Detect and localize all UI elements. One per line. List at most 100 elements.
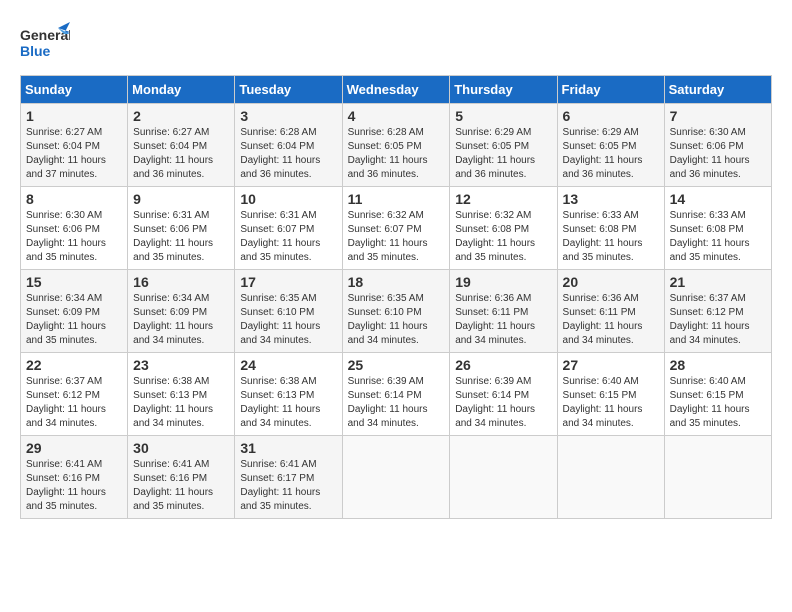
day-info: Sunrise: 6:32 AMSunset: 6:07 PMDaylight:… — [348, 210, 428, 263]
weekday-header: Saturday — [664, 76, 771, 104]
weekday-header: Sunday — [21, 76, 128, 104]
calendar-cell — [664, 436, 771, 519]
calendar-week-row: 15 Sunrise: 6:34 AMSunset: 6:09 PMDaylig… — [21, 270, 772, 353]
day-number: 18 — [348, 274, 445, 290]
day-number: 26 — [455, 357, 551, 373]
day-info: Sunrise: 6:40 AMSunset: 6:15 PMDaylight:… — [670, 376, 750, 429]
day-info: Sunrise: 6:28 AMSunset: 6:05 PMDaylight:… — [348, 127, 428, 180]
day-info: Sunrise: 6:29 AMSunset: 6:05 PMDaylight:… — [563, 127, 643, 180]
day-number: 24 — [240, 357, 336, 373]
day-info: Sunrise: 6:38 AMSunset: 6:13 PMDaylight:… — [133, 376, 213, 429]
day-number: 17 — [240, 274, 336, 290]
day-info: Sunrise: 6:27 AMSunset: 6:04 PMDaylight:… — [133, 127, 213, 180]
calendar-cell: 5 Sunrise: 6:29 AMSunset: 6:05 PMDayligh… — [450, 104, 557, 187]
logo: General Blue — [20, 20, 70, 65]
day-info: Sunrise: 6:41 AMSunset: 6:17 PMDaylight:… — [240, 459, 320, 512]
calendar-cell: 3 Sunrise: 6:28 AMSunset: 6:04 PMDayligh… — [235, 104, 342, 187]
calendar-cell: 10 Sunrise: 6:31 AMSunset: 6:07 PMDaylig… — [235, 187, 342, 270]
day-info: Sunrise: 6:39 AMSunset: 6:14 PMDaylight:… — [348, 376, 428, 429]
calendar-cell: 16 Sunrise: 6:34 AMSunset: 6:09 PMDaylig… — [128, 270, 235, 353]
calendar-cell: 25 Sunrise: 6:39 AMSunset: 6:14 PMDaylig… — [342, 353, 450, 436]
day-number: 31 — [240, 440, 336, 456]
day-number: 13 — [563, 191, 659, 207]
calendar-cell: 29 Sunrise: 6:41 AMSunset: 6:16 PMDaylig… — [21, 436, 128, 519]
day-number: 4 — [348, 108, 445, 124]
calendar-cell: 11 Sunrise: 6:32 AMSunset: 6:07 PMDaylig… — [342, 187, 450, 270]
day-info: Sunrise: 6:37 AMSunset: 6:12 PMDaylight:… — [670, 293, 750, 346]
calendar-cell: 30 Sunrise: 6:41 AMSunset: 6:16 PMDaylig… — [128, 436, 235, 519]
calendar-cell: 15 Sunrise: 6:34 AMSunset: 6:09 PMDaylig… — [21, 270, 128, 353]
calendar-cell: 6 Sunrise: 6:29 AMSunset: 6:05 PMDayligh… — [557, 104, 664, 187]
page-header: General Blue — [20, 20, 772, 65]
calendar-cell: 26 Sunrise: 6:39 AMSunset: 6:14 PMDaylig… — [450, 353, 557, 436]
day-number: 14 — [670, 191, 766, 207]
calendar-cell — [342, 436, 450, 519]
calendar-table: SundayMondayTuesdayWednesdayThursdayFrid… — [20, 75, 772, 519]
calendar-cell: 14 Sunrise: 6:33 AMSunset: 6:08 PMDaylig… — [664, 187, 771, 270]
day-number: 2 — [133, 108, 229, 124]
calendar-cell: 17 Sunrise: 6:35 AMSunset: 6:10 PMDaylig… — [235, 270, 342, 353]
day-number: 10 — [240, 191, 336, 207]
day-info: Sunrise: 6:36 AMSunset: 6:11 PMDaylight:… — [455, 293, 535, 346]
day-number: 12 — [455, 191, 551, 207]
day-number: 8 — [26, 191, 122, 207]
day-number: 9 — [133, 191, 229, 207]
weekday-header: Tuesday — [235, 76, 342, 104]
calendar-cell: 2 Sunrise: 6:27 AMSunset: 6:04 PMDayligh… — [128, 104, 235, 187]
day-number: 29 — [26, 440, 122, 456]
calendar-cell: 8 Sunrise: 6:30 AMSunset: 6:06 PMDayligh… — [21, 187, 128, 270]
day-number: 15 — [26, 274, 122, 290]
calendar-week-row: 8 Sunrise: 6:30 AMSunset: 6:06 PMDayligh… — [21, 187, 772, 270]
day-number: 3 — [240, 108, 336, 124]
day-info: Sunrise: 6:29 AMSunset: 6:05 PMDaylight:… — [455, 127, 535, 180]
calendar-cell: 28 Sunrise: 6:40 AMSunset: 6:15 PMDaylig… — [664, 353, 771, 436]
calendar-week-row: 29 Sunrise: 6:41 AMSunset: 6:16 PMDaylig… — [21, 436, 772, 519]
day-number: 1 — [26, 108, 122, 124]
day-info: Sunrise: 6:35 AMSunset: 6:10 PMDaylight:… — [348, 293, 428, 346]
day-info: Sunrise: 6:33 AMSunset: 6:08 PMDaylight:… — [670, 210, 750, 263]
day-info: Sunrise: 6:27 AMSunset: 6:04 PMDaylight:… — [26, 127, 106, 180]
day-info: Sunrise: 6:31 AMSunset: 6:07 PMDaylight:… — [240, 210, 320, 263]
calendar-cell — [557, 436, 664, 519]
day-info: Sunrise: 6:38 AMSunset: 6:13 PMDaylight:… — [240, 376, 320, 429]
day-info: Sunrise: 6:41 AMSunset: 6:16 PMDaylight:… — [26, 459, 106, 512]
day-number: 19 — [455, 274, 551, 290]
calendar-cell: 1 Sunrise: 6:27 AMSunset: 6:04 PMDayligh… — [21, 104, 128, 187]
day-number: 22 — [26, 357, 122, 373]
calendar-cell: 13 Sunrise: 6:33 AMSunset: 6:08 PMDaylig… — [557, 187, 664, 270]
day-info: Sunrise: 6:30 AMSunset: 6:06 PMDaylight:… — [670, 127, 750, 180]
day-number: 25 — [348, 357, 445, 373]
calendar-cell: 24 Sunrise: 6:38 AMSunset: 6:13 PMDaylig… — [235, 353, 342, 436]
weekday-header: Monday — [128, 76, 235, 104]
day-info: Sunrise: 6:34 AMSunset: 6:09 PMDaylight:… — [133, 293, 213, 346]
day-info: Sunrise: 6:30 AMSunset: 6:06 PMDaylight:… — [26, 210, 106, 263]
day-info: Sunrise: 6:35 AMSunset: 6:10 PMDaylight:… — [240, 293, 320, 346]
day-info: Sunrise: 6:31 AMSunset: 6:06 PMDaylight:… — [133, 210, 213, 263]
day-number: 23 — [133, 357, 229, 373]
day-number: 16 — [133, 274, 229, 290]
day-number: 21 — [670, 274, 766, 290]
calendar-cell: 22 Sunrise: 6:37 AMSunset: 6:12 PMDaylig… — [21, 353, 128, 436]
day-number: 5 — [455, 108, 551, 124]
calendar-cell: 7 Sunrise: 6:30 AMSunset: 6:06 PMDayligh… — [664, 104, 771, 187]
calendar-cell: 9 Sunrise: 6:31 AMSunset: 6:06 PMDayligh… — [128, 187, 235, 270]
day-info: Sunrise: 6:39 AMSunset: 6:14 PMDaylight:… — [455, 376, 535, 429]
logo-icon: General Blue — [20, 20, 70, 65]
calendar-cell: 12 Sunrise: 6:32 AMSunset: 6:08 PMDaylig… — [450, 187, 557, 270]
day-number: 30 — [133, 440, 229, 456]
weekday-header: Wednesday — [342, 76, 450, 104]
calendar-week-row: 1 Sunrise: 6:27 AMSunset: 6:04 PMDayligh… — [21, 104, 772, 187]
day-info: Sunrise: 6:33 AMSunset: 6:08 PMDaylight:… — [563, 210, 643, 263]
day-info: Sunrise: 6:32 AMSunset: 6:08 PMDaylight:… — [455, 210, 535, 263]
day-number: 6 — [563, 108, 659, 124]
day-info: Sunrise: 6:41 AMSunset: 6:16 PMDaylight:… — [133, 459, 213, 512]
calendar-header-row: SundayMondayTuesdayWednesdayThursdayFrid… — [21, 76, 772, 104]
day-number: 28 — [670, 357, 766, 373]
day-info: Sunrise: 6:37 AMSunset: 6:12 PMDaylight:… — [26, 376, 106, 429]
day-number: 20 — [563, 274, 659, 290]
calendar-week-row: 22 Sunrise: 6:37 AMSunset: 6:12 PMDaylig… — [21, 353, 772, 436]
weekday-header: Thursday — [450, 76, 557, 104]
calendar-cell: 27 Sunrise: 6:40 AMSunset: 6:15 PMDaylig… — [557, 353, 664, 436]
day-info: Sunrise: 6:28 AMSunset: 6:04 PMDaylight:… — [240, 127, 320, 180]
day-info: Sunrise: 6:34 AMSunset: 6:09 PMDaylight:… — [26, 293, 106, 346]
